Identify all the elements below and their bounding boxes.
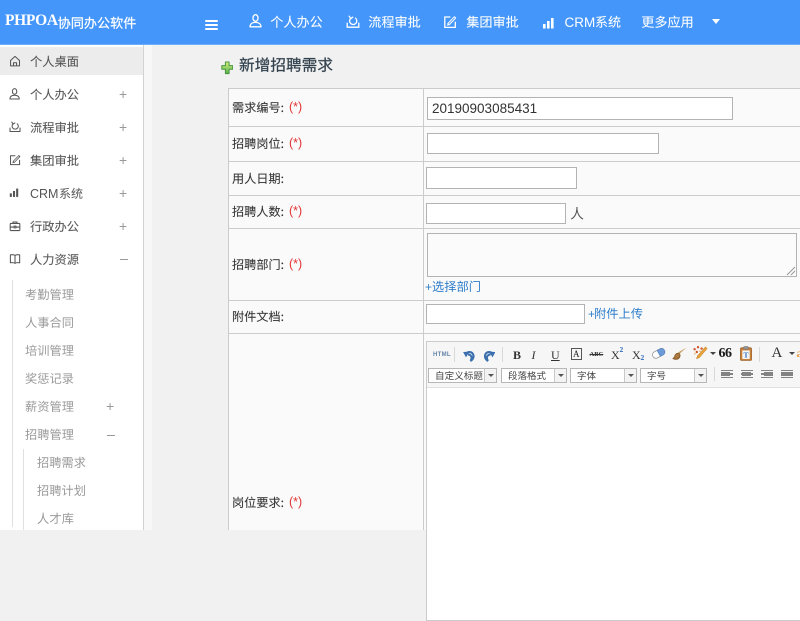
svg-text:T: T bbox=[743, 350, 748, 359]
